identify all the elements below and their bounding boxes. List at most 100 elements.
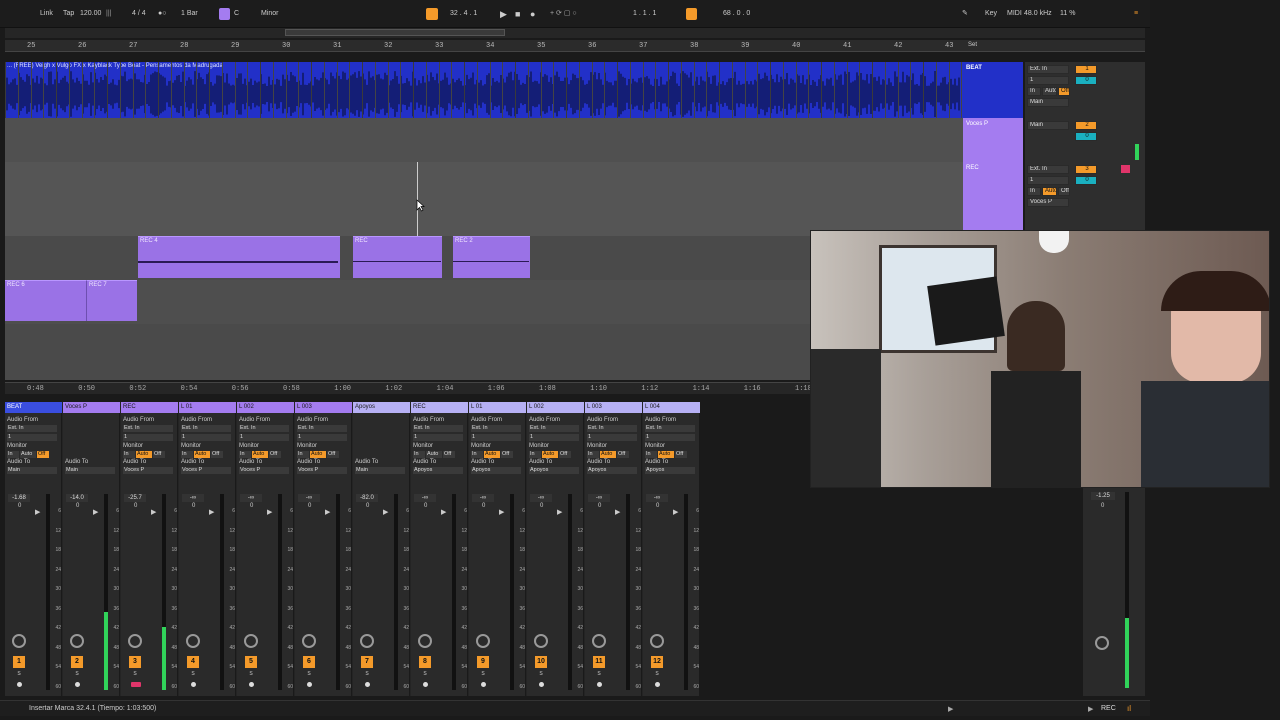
monitor-in-button[interactable]: In bbox=[1027, 187, 1041, 196]
track-activator-button[interactable]: 7 bbox=[361, 656, 373, 668]
output-dropdown[interactable]: Main bbox=[7, 467, 57, 474]
solo-button[interactable]: S bbox=[131, 670, 139, 678]
pan-field[interactable]: 0 bbox=[366, 503, 369, 509]
track-activator-button[interactable]: 6 bbox=[303, 656, 315, 668]
monitor-in-button[interactable]: In bbox=[529, 451, 541, 458]
strip-title[interactable]: L 002 bbox=[237, 402, 294, 413]
clip-rec-2[interactable]: REC 2 bbox=[453, 236, 530, 278]
track-activator-button[interactable]: 1 bbox=[13, 656, 25, 668]
mixer-strip-l-004[interactable]: L 004 Audio From Ext. In 1 Monitor In Auto Off A… bbox=[643, 402, 700, 696]
track-activator-button[interactable]: 11 bbox=[593, 656, 605, 668]
solo-button[interactable]: S bbox=[479, 670, 487, 678]
loop-start-field[interactable]: 1 . 1 . 1 bbox=[633, 8, 656, 20]
master-volume-field[interactable]: -1.25 bbox=[1091, 492, 1115, 500]
solo-button[interactable]: S bbox=[73, 670, 81, 678]
link-button[interactable]: Link bbox=[40, 8, 53, 20]
volume-field[interactable]: -∞ bbox=[182, 494, 204, 502]
arm-button[interactable] bbox=[307, 682, 312, 687]
pan-field[interactable]: 0 bbox=[18, 503, 21, 509]
mixer-strip-apoyos[interactable]: Apoyos Audio To Main -82.0 0 ▶ 6 12 18 24 30 36 42 48… bbox=[353, 402, 410, 696]
play-icon[interactable]: ▶ bbox=[500, 8, 507, 20]
fader-arrow-icon[interactable]: ▶ bbox=[35, 508, 40, 516]
output-dropdown[interactable]: Voces P bbox=[123, 467, 173, 474]
set-button[interactable]: Set bbox=[968, 42, 977, 48]
volume-field[interactable]: -∞ bbox=[298, 494, 320, 502]
fader-arrow-icon[interactable]: ▶ bbox=[673, 508, 678, 516]
volume-field[interactable]: -25.7 bbox=[124, 494, 146, 502]
strip-title[interactable]: Apoyos bbox=[353, 402, 410, 413]
input-type-dropdown[interactable]: Ext. In bbox=[587, 425, 637, 432]
track-activator-button[interactable]: 4 bbox=[187, 656, 199, 668]
monitor-in-button[interactable]: In bbox=[471, 451, 483, 458]
output-dropdown[interactable]: Main bbox=[65, 467, 115, 474]
automation-tools-icon[interactable]: + ⟳ ▢ ○ bbox=[550, 8, 577, 20]
input-type-dropdown[interactable]: Ext. In bbox=[1027, 65, 1069, 74]
strip-title[interactable]: L 003 bbox=[585, 402, 642, 413]
pan-field[interactable]: 0 bbox=[482, 503, 485, 509]
strip-title[interactable]: L 01 bbox=[469, 402, 526, 413]
fader-arrow-icon[interactable]: ▶ bbox=[615, 508, 620, 516]
input-type-dropdown[interactable]: Ext. In bbox=[529, 425, 579, 432]
input-channel-dropdown[interactable]: 1 bbox=[7, 434, 57, 441]
volume-field[interactable]: -∞ bbox=[414, 494, 436, 502]
input-channel-dropdown[interactable]: 1 bbox=[1027, 76, 1069, 85]
solo-button[interactable]: S bbox=[653, 670, 661, 678]
overview-viewport[interactable] bbox=[285, 29, 505, 36]
monitor-off-button[interactable]: Off bbox=[443, 451, 455, 458]
pan-knob[interactable] bbox=[650, 634, 664, 648]
scale-mode-icon[interactable] bbox=[219, 8, 230, 20]
pan-knob[interactable] bbox=[128, 634, 142, 648]
record-arrow-icon[interactable]: ▶ bbox=[1088, 705, 1093, 713]
stop-icon[interactable]: ■ bbox=[515, 8, 520, 20]
input-channel-dropdown[interactable]: 1 bbox=[645, 434, 695, 441]
track-activator-button[interactable]: 1 bbox=[1075, 65, 1097, 74]
output-dropdown[interactable]: Voces P bbox=[181, 467, 231, 474]
time-signature-field[interactable]: 4 / 4 bbox=[132, 8, 146, 20]
midi-map-button[interactable]: MIDI bbox=[1007, 8, 1022, 20]
key-root-dropdown[interactable]: C bbox=[234, 8, 239, 20]
input-channel-dropdown[interactable]: 1 bbox=[413, 434, 463, 441]
pan-knob[interactable] bbox=[12, 634, 26, 648]
input-channel-dropdown[interactable]: 1 bbox=[1027, 176, 1069, 185]
monitor-off-button[interactable]: Off bbox=[211, 451, 223, 458]
solo-button[interactable]: S bbox=[595, 670, 603, 678]
monitor-in-button[interactable]: In bbox=[587, 451, 599, 458]
monitor-off-button[interactable]: Off bbox=[559, 451, 571, 458]
monitor-auto-button[interactable]: Auto bbox=[20, 451, 36, 458]
solo-button[interactable]: S bbox=[421, 670, 429, 678]
voces-p-lane[interactable] bbox=[5, 118, 963, 162]
track-activator-button[interactable]: 3 bbox=[129, 656, 141, 668]
strip-title[interactable]: BEAT bbox=[5, 402, 62, 413]
monitor-auto-button[interactable]: Auto bbox=[1042, 187, 1057, 196]
mixer-strip-voces-p[interactable]: Voces P Audio To Main -14.0 0 ▶ 6 12 18 24 30 36 42 4… bbox=[63, 402, 120, 696]
arm-button[interactable] bbox=[423, 682, 428, 687]
pan-knob[interactable] bbox=[302, 634, 316, 648]
arm-button[interactable] bbox=[75, 682, 80, 687]
mixer-strip-rec[interactable]: REC Audio From Ext. In 1 Monitor In Auto Off Aud… bbox=[121, 402, 178, 696]
input-channel-dropdown[interactable]: 1 bbox=[587, 434, 637, 441]
output-dropdown[interactable]: Apoyos bbox=[587, 467, 637, 474]
input-type-dropdown[interactable]: Ext. In bbox=[1027, 165, 1069, 174]
track-activator-button[interactable]: 12 bbox=[651, 656, 663, 668]
pan-knob[interactable] bbox=[592, 634, 606, 648]
fader-arrow-icon[interactable]: ▶ bbox=[557, 508, 562, 516]
monitor-in-button[interactable]: In bbox=[123, 451, 135, 458]
output-dropdown[interactable]: Voces P bbox=[239, 467, 289, 474]
arm-button[interactable] bbox=[131, 682, 141, 687]
volume-field[interactable]: -∞ bbox=[588, 494, 610, 502]
fader-arrow-icon[interactable]: ▶ bbox=[441, 508, 446, 516]
strip-title[interactable]: REC bbox=[121, 402, 178, 413]
pan-field[interactable]: 0 bbox=[308, 503, 311, 509]
monitor-auto-button[interactable]: Auto bbox=[194, 451, 210, 458]
clip-rec-4[interactable]: REC 4 bbox=[138, 236, 340, 278]
monitor-in-button[interactable]: In bbox=[181, 451, 193, 458]
input-channel-dropdown[interactable]: 1 bbox=[529, 434, 579, 441]
tempo-field[interactable]: 120.00 bbox=[80, 8, 101, 20]
volume-field[interactable]: -∞ bbox=[472, 494, 494, 502]
monitor-auto-button[interactable]: Auto bbox=[310, 451, 326, 458]
fader-arrow-icon[interactable]: ▶ bbox=[383, 508, 388, 516]
pan-knob[interactable] bbox=[534, 634, 548, 648]
arm-button[interactable] bbox=[365, 682, 370, 687]
metronome-toggle-icon[interactable]: ●○ bbox=[158, 8, 166, 20]
monitor-in-button[interactable]: In bbox=[297, 451, 309, 458]
